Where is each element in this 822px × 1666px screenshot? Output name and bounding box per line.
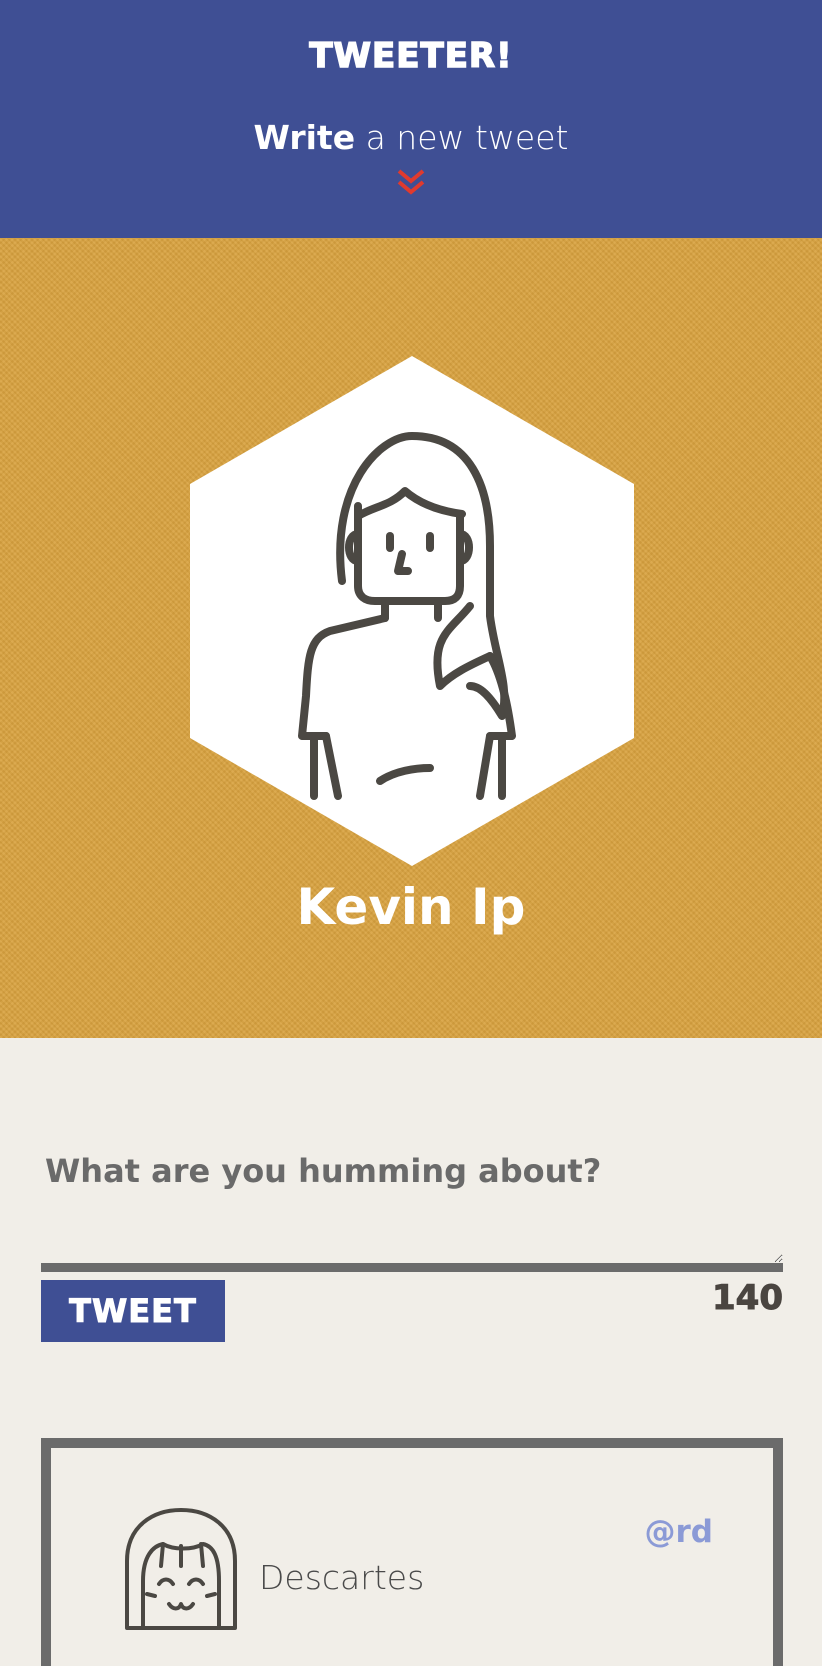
tweet-author-name: Descartes [259,1558,425,1597]
girl-avatar-icon [125,1508,237,1630]
tweet-button[interactable]: TWEET [41,1280,225,1342]
brand-logo[interactable]: TWEETER! [0,35,822,77]
double-chevron-down-icon[interactable] [396,168,426,196]
profile-avatar [190,356,634,866]
profile-section: Kevin Ip [0,238,822,1038]
tweet-card: Descartes @rd [41,1438,783,1666]
compose-toggle-bold: Write [253,118,356,157]
character-counter: 140 [712,1278,784,1319]
compose-toggle[interactable]: Write a new tweet [0,118,822,157]
profile-name: Kevin Ip [296,878,526,936]
compose-toggle-rest: a new tweet [355,118,569,157]
top-nav: TWEETER! Write a new tweet [0,0,822,238]
tweet-author-handle[interactable]: @rd [645,1514,713,1550]
compose-section: TWEET 140 Descartes @rd [0,1038,822,1666]
tweet-input[interactable] [41,1144,783,1272]
